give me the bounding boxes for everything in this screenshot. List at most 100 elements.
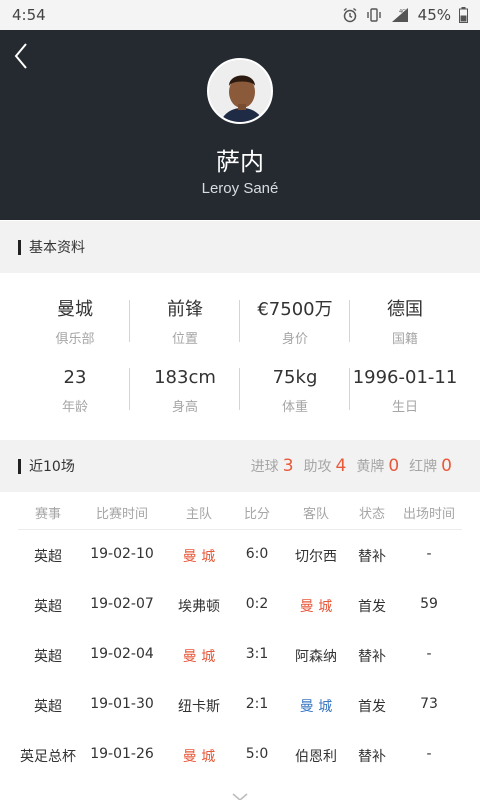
info-value: 德国	[387, 299, 423, 320]
alarm-icon	[342, 7, 358, 23]
match-row[interactable]: 英超 19-02-04 曼 城 3:1 阿森纳 替补 -	[0, 630, 480, 680]
match-date: 19-01-30	[90, 696, 154, 712]
info-label: 身高	[171, 400, 198, 415]
match-competition: 英超	[34, 549, 62, 565]
match-status: 替补	[358, 549, 386, 565]
header-minutes: 出场时间	[402, 506, 455, 522]
match-competition: 英超	[34, 699, 62, 715]
info-label: 生日	[391, 400, 418, 415]
info-value: 183cm	[154, 367, 216, 388]
match-score: 6:0	[245, 546, 269, 562]
match-score: 0:2	[245, 596, 269, 612]
match-competition: 英超	[34, 599, 62, 615]
match-home-team: 埃弗顿	[178, 599, 220, 615]
match-away-team: 切尔西	[295, 549, 337, 565]
match-home-team: 纽卡斯	[178, 699, 220, 715]
match-row[interactable]: 英足总杯 19-01-26 曼 城 5:0 伯恩利 替补 -	[0, 730, 480, 780]
match-status: 首发	[358, 599, 386, 615]
match-minutes: -	[426, 646, 432, 662]
match-score: 2:1	[245, 696, 269, 712]
signal-icon: 4G	[390, 7, 410, 23]
match-minutes: -	[426, 746, 432, 762]
match-away-team: 曼 城	[299, 699, 333, 715]
section-recent-matches: 近10场 进球 3 助攻 4 黄牌 0 红牌 0	[0, 440, 480, 492]
vibrate-icon	[366, 7, 382, 23]
info-nationality: 德国 国籍	[350, 298, 460, 347]
expand-more-button[interactable]	[230, 788, 250, 800]
info-value: 23	[63, 367, 87, 388]
stat-red-cards: 红牌 0	[409, 456, 452, 476]
battery-level: 45%	[417, 6, 451, 24]
stat-value: 4	[335, 456, 347, 476]
info-label: 体重	[281, 400, 308, 415]
info-age: 23 年龄	[20, 366, 130, 415]
match-competition: 英足总杯	[20, 749, 76, 765]
match-competition: 英超	[34, 649, 62, 665]
section-title: 近10场	[29, 459, 75, 475]
info-value: 前锋	[167, 299, 203, 320]
svg-text:4G: 4G	[399, 9, 406, 15]
info-label: 身价	[281, 332, 308, 347]
info-value: 1996-01-11	[352, 367, 458, 388]
match-date: 19-02-07	[90, 596, 154, 612]
player-header: 萨内 Leroy Sané	[0, 30, 480, 220]
stat-yellow-cards: 黄牌 0	[356, 456, 399, 476]
matches-table-header: 赛事 比赛时间 主队 比分 客队 状态 出场时间	[0, 496, 480, 528]
header-date: 比赛时间	[95, 506, 148, 522]
match-home-team: 曼 城	[182, 549, 216, 565]
match-minutes: 59	[420, 596, 438, 612]
stat-value: 0	[441, 456, 452, 476]
status-time: 4:54	[12, 6, 46, 24]
recent-stats: 进球 3 助攻 4 黄牌 0 红牌 0	[251, 456, 452, 476]
match-minutes: -	[426, 546, 432, 562]
match-row[interactable]: 英超 19-02-07 埃弗顿 0:2 曼 城 首发 59	[0, 580, 480, 630]
info-value: €7500万	[257, 299, 333, 320]
info-label: 年龄	[61, 400, 88, 415]
info-club: 曼城 俱乐部	[20, 298, 130, 347]
match-date: 19-02-10	[90, 546, 154, 562]
stat-label: 进球	[250, 459, 279, 475]
match-score: 5:0	[245, 746, 269, 762]
section-marker	[18, 458, 21, 474]
stat-label: 助攻	[303, 459, 332, 475]
match-minutes: 73	[420, 696, 438, 712]
match-status: 替补	[358, 749, 386, 765]
section-basic-info: 基本资料	[0, 221, 480, 273]
player-name-cn: 萨内	[216, 148, 264, 176]
match-date: 19-02-04	[90, 646, 154, 662]
info-value: 75kg	[272, 367, 318, 388]
info-label: 国籍	[391, 332, 418, 347]
info-label: 位置	[171, 332, 198, 347]
info-weight: 75kg 体重	[240, 366, 350, 415]
player-avatar	[207, 58, 273, 124]
stat-goals: 进球 3	[251, 456, 294, 476]
match-away-team: 伯恩利	[295, 749, 337, 765]
chevron-down-icon	[232, 793, 248, 800]
section-marker	[18, 239, 21, 255]
match-row[interactable]: 英超 19-02-10 曼 城 6:0 切尔西 替补 -	[0, 530, 480, 580]
info-height: 183cm 身高	[130, 366, 240, 415]
match-row[interactable]: 英超 19-01-30 纽卡斯 2:1 曼 城 首发 73	[0, 680, 480, 730]
battery-icon	[459, 7, 468, 23]
header-status: 状态	[358, 506, 385, 522]
header-home: 主队	[185, 506, 212, 522]
info-label: 俱乐部	[55, 332, 95, 347]
match-status: 替补	[358, 649, 386, 665]
stat-value: 0	[388, 456, 400, 476]
match-date: 19-01-26	[90, 746, 154, 762]
match-home-team: 曼 城	[182, 649, 216, 665]
header-away: 客队	[302, 506, 329, 522]
back-button[interactable]	[10, 40, 38, 70]
stat-label: 黄牌	[356, 459, 385, 475]
stat-label: 红牌	[409, 459, 438, 475]
chevron-left-icon	[14, 43, 27, 69]
section-title: 基本资料	[29, 240, 85, 256]
info-market-value: €7500万 身价	[240, 298, 350, 347]
match-status: 首发	[358, 699, 386, 715]
info-position: 前锋 位置	[130, 298, 240, 347]
info-row: 23 年龄 183cm 身高 75kg 体重 1996-01-11 生日	[0, 366, 480, 415]
player-name-en: Leroy Sané	[201, 180, 279, 197]
match-away-team: 阿森纳	[295, 649, 337, 665]
stat-value: 3	[282, 456, 294, 476]
status-bar: 4:54 4G 45%	[0, 0, 480, 30]
